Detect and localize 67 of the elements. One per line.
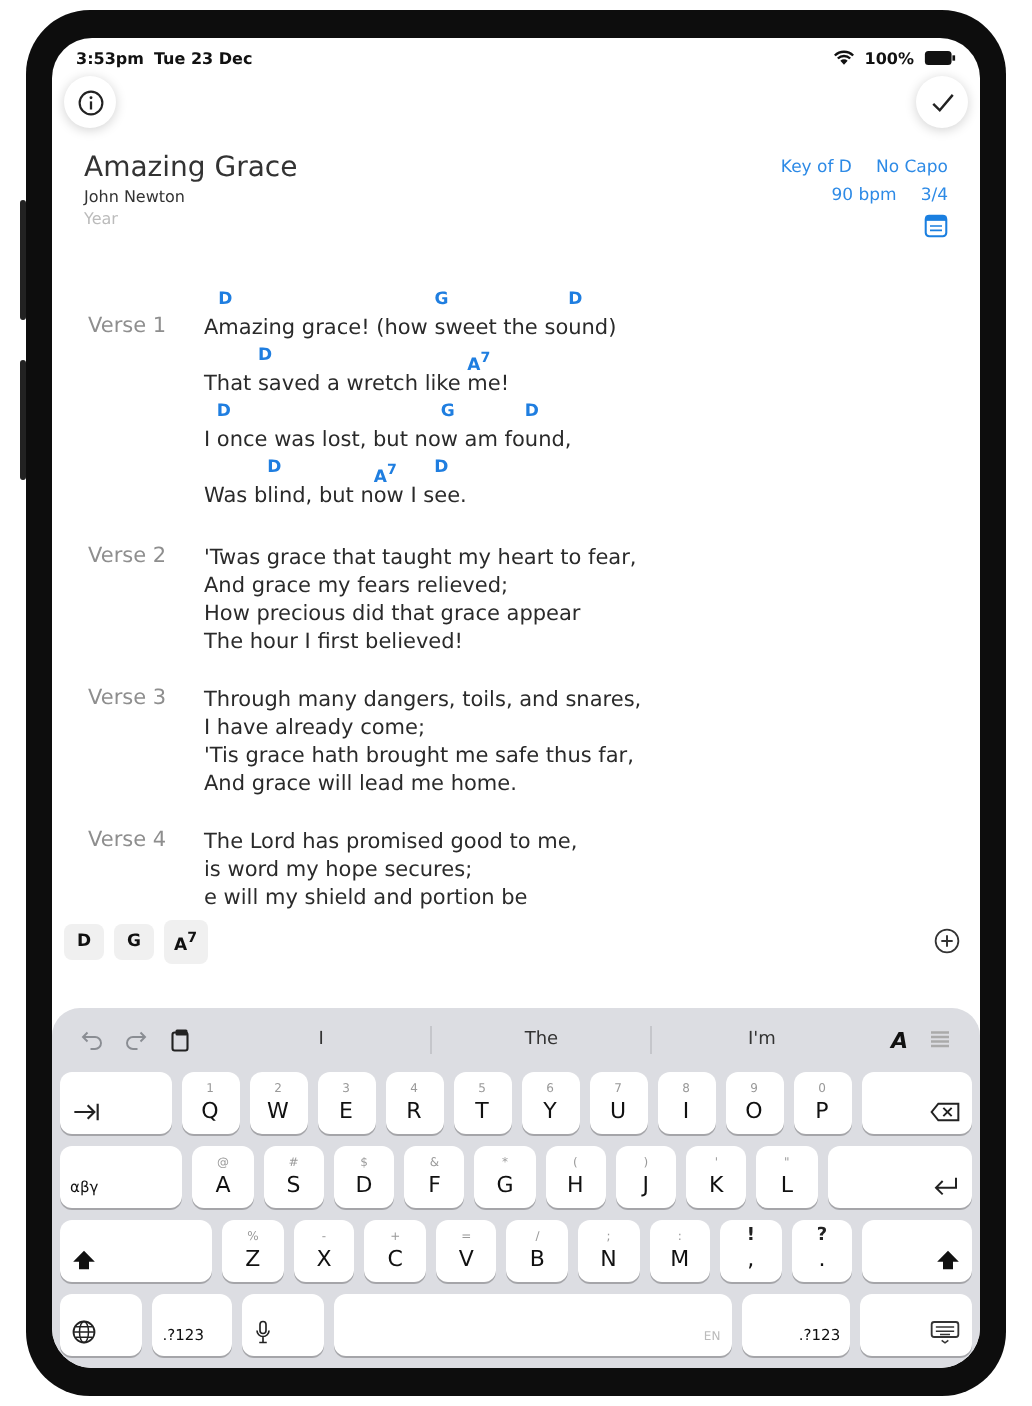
chord-label[interactable]: D bbox=[216, 402, 231, 424]
time-signature-setting[interactable]: 3/4 bbox=[920, 186, 948, 206]
checkmark-icon bbox=[929, 89, 955, 115]
shift-icon bbox=[72, 1250, 96, 1270]
shift-icon bbox=[936, 1250, 961, 1270]
chord-label[interactable]: D bbox=[267, 458, 282, 480]
chord-button[interactable]: A$^{7}$ bbox=[164, 920, 208, 964]
suggestion[interactable]: I'm bbox=[652, 1030, 871, 1050]
status-time: 3:53pm bbox=[76, 49, 144, 67]
chord-label[interactable]: D bbox=[218, 290, 233, 312]
chord-button[interactable]: D bbox=[64, 923, 104, 960]
info-icon bbox=[77, 89, 103, 115]
song-author[interactable]: John Newton bbox=[84, 188, 298, 206]
chord-label[interactable]: D bbox=[257, 346, 273, 368]
dictation-key[interactable] bbox=[241, 1294, 324, 1356]
lyric-line: The hour I first believed! bbox=[204, 628, 466, 656]
done-button[interactable] bbox=[916, 76, 968, 128]
section-label: Verse 3 bbox=[86, 686, 169, 710]
chord-label[interactable]: D bbox=[524, 402, 539, 424]
key[interactable]: ? . bbox=[791, 1220, 853, 1282]
capo-setting[interactable]: No Capo bbox=[875, 158, 948, 178]
shift-key[interactable] bbox=[862, 1220, 973, 1282]
chord-label[interactable]: D bbox=[434, 458, 449, 480]
globe-key[interactable] bbox=[60, 1294, 143, 1356]
lyric-line: The Lord has promised good to me, bbox=[204, 828, 578, 856]
globe-icon bbox=[72, 1320, 96, 1344]
lyric-line: e will my shield and portion be bbox=[204, 884, 530, 912]
info-button[interactable] bbox=[64, 76, 116, 128]
status-date: Tue 23 Dec bbox=[153, 49, 253, 67]
section-label: Verse 2 bbox=[86, 544, 169, 568]
lyric-line: And grace will lead me home. bbox=[204, 770, 519, 798]
wifi-icon bbox=[834, 50, 855, 66]
lyric-line: I have already come; bbox=[204, 714, 428, 742]
lyric-line: I once was lost, but now am found, bbox=[204, 426, 574, 454]
section-label: Verse 4 bbox=[86, 828, 169, 852]
shift-key[interactable] bbox=[60, 1220, 213, 1282]
suggestion[interactable]: I bbox=[212, 1030, 431, 1050]
chord-label[interactable]: G bbox=[440, 402, 455, 424]
keyboard-icon bbox=[930, 1320, 961, 1344]
lyric-line: Amazing grace! (how sweet the sound) bbox=[204, 314, 617, 342]
chord-button[interactable]: G bbox=[114, 923, 154, 960]
chord-label[interactable]: G bbox=[434, 290, 449, 312]
lyric-line: And grace my fears relieved; bbox=[204, 572, 511, 600]
section-label: Verse 1 bbox=[86, 314, 169, 338]
battery-percent: 100% bbox=[864, 49, 914, 67]
hide-keyboard-key[interactable] bbox=[860, 1294, 973, 1356]
lyric-line: How precious did that grace appear bbox=[204, 600, 583, 628]
lyric-line: is word my hope secures; bbox=[204, 856, 475, 884]
lyric-line: 'Twas grace that taught my heart to fear, bbox=[204, 544, 637, 572]
battery-icon bbox=[924, 50, 956, 66]
return-icon bbox=[931, 1176, 960, 1196]
add-icon[interactable] bbox=[934, 928, 960, 955]
clipboard-icon[interactable] bbox=[168, 1028, 192, 1052]
chord-label[interactable]: D bbox=[568, 290, 583, 312]
tab-icon bbox=[72, 1102, 100, 1122]
lyric-line: Through many dangers, toils, and snares, bbox=[204, 686, 642, 714]
key[interactable]: ! , bbox=[720, 1220, 782, 1282]
delete-icon bbox=[930, 1102, 960, 1122]
song-title[interactable]: Amazing Grace bbox=[84, 152, 298, 184]
tempo-setting[interactable]: 90 bpm bbox=[831, 186, 897, 206]
notes-icon[interactable] bbox=[924, 214, 948, 238]
suggestion[interactable]: The bbox=[432, 1030, 651, 1050]
key-setting[interactable]: Key of D bbox=[780, 158, 852, 178]
microphone-icon bbox=[253, 1320, 272, 1344]
format-button[interactable]: A bbox=[890, 1027, 908, 1053]
delete-key[interactable] bbox=[861, 1072, 972, 1134]
lyric-line: 'Tis grace hath brought me safe thus far, bbox=[204, 742, 636, 770]
